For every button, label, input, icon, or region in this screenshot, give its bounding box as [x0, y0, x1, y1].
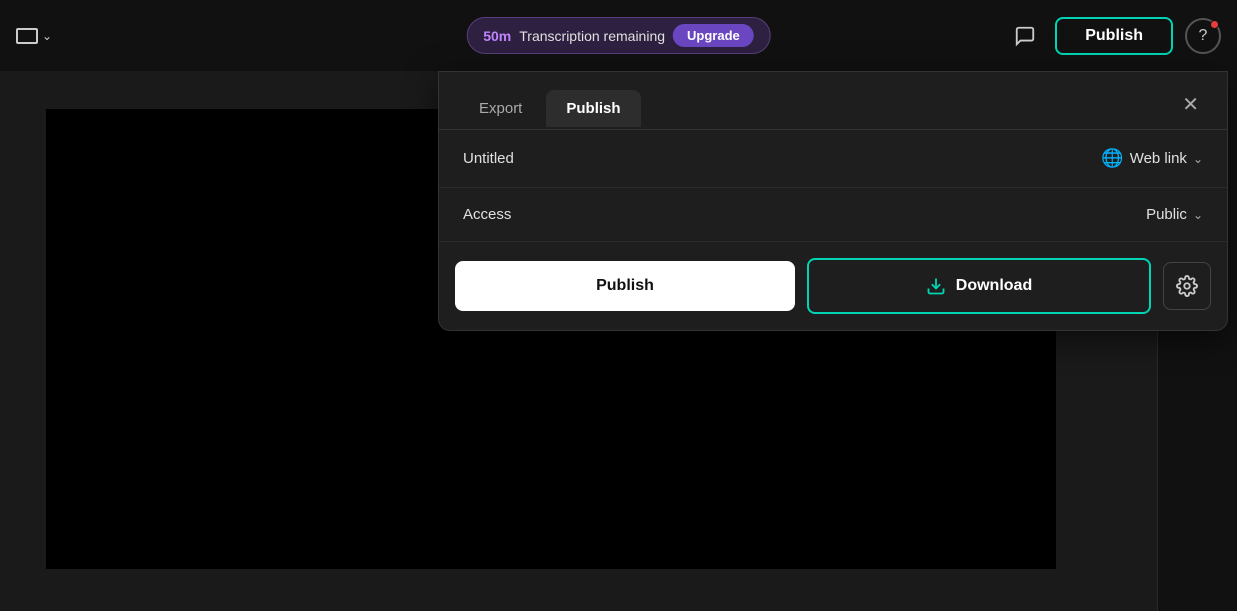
- title-label: Untitled: [463, 150, 514, 167]
- publish-header-button[interactable]: Publish: [1055, 17, 1173, 55]
- notification-dot: [1210, 20, 1219, 29]
- access-label: Access: [463, 206, 511, 223]
- access-chevron-icon: ⌄: [1193, 208, 1203, 222]
- chat-button[interactable]: [1007, 18, 1043, 54]
- aspect-ratio-selector[interactable]: ⌄: [16, 28, 52, 44]
- download-icon: [926, 276, 946, 296]
- panel-actions: Publish Download: [439, 242, 1227, 330]
- notification-wrap: ?: [1185, 18, 1221, 54]
- close-button[interactable]: ✕: [1174, 88, 1207, 121]
- globe-icon: 🌐: [1101, 148, 1123, 169]
- popup-panel: Export Publish ✕ Untitled 🌐 Web link ⌄ A…: [438, 71, 1228, 331]
- aspect-chevron-icon: ⌄: [42, 29, 52, 43]
- access-row: Access Public ⌄: [439, 188, 1227, 242]
- transcription-pill: 50m Transcription remaining Upgrade: [466, 17, 771, 54]
- web-link-label: Web link: [1130, 150, 1187, 167]
- title-row: Untitled 🌐 Web link ⌄: [439, 130, 1227, 188]
- transcription-text: Transcription remaining: [519, 28, 665, 44]
- tab-publish[interactable]: Publish: [546, 90, 640, 127]
- access-selector[interactable]: Public ⌄: [1146, 206, 1203, 223]
- main-area: / Scene Layer Export Publish ✕ Untitled …: [0, 71, 1237, 611]
- settings-button[interactable]: [1163, 262, 1211, 310]
- topbar-center: 50m Transcription remaining Upgrade: [466, 17, 771, 54]
- upgrade-button[interactable]: Upgrade: [673, 24, 754, 47]
- web-link-chevron-icon: ⌄: [1193, 152, 1203, 166]
- transcription-minutes: 50m: [483, 28, 511, 44]
- publish-button[interactable]: Publish: [455, 261, 795, 311]
- web-link-selector[interactable]: 🌐 Web link ⌄: [1101, 148, 1203, 169]
- tab-export[interactable]: Export: [459, 90, 542, 127]
- download-label: Download: [956, 277, 1032, 295]
- topbar-left: ⌄: [16, 28, 52, 44]
- topbar: ⌄ 50m Transcription remaining Upgrade Pu…: [0, 0, 1237, 71]
- topbar-right: Publish ?: [1007, 17, 1221, 55]
- settings-icon: [1176, 275, 1198, 297]
- panel-tabs: Export Publish ✕: [439, 72, 1227, 130]
- access-value: Public: [1146, 206, 1187, 223]
- chat-icon: [1014, 25, 1036, 47]
- download-button[interactable]: Download: [807, 258, 1151, 314]
- aspect-rect-icon: [16, 28, 38, 44]
